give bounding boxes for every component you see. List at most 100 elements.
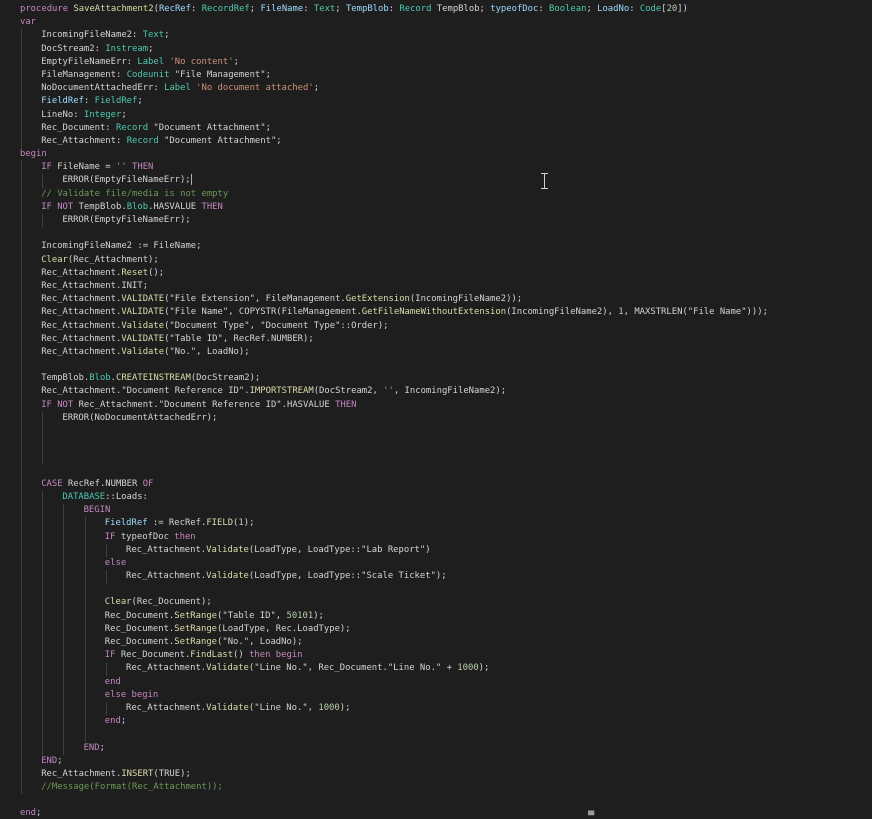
code-line[interactable]: IF typeofDoc then [20,530,872,544]
code-token: Rec_Attachment. [126,571,207,582]
code-line[interactable]: IF FileName = '' THEN [20,161,872,175]
code-line[interactable]: NoDocumentAttachedErr: Label 'No documen… [20,82,872,96]
code-line[interactable]: Rec_Attachment.Validate(LoadType, LoadTy… [20,570,872,584]
code-line[interactable]: FieldRef: FieldRef; [20,95,872,109]
code-line[interactable]: FieldRef := RecRef.FIELD(1); [20,517,872,531]
code-token: () [233,650,250,661]
indent-guide [21,715,22,729]
code-line[interactable] [20,583,872,597]
code-line[interactable]: //Message(Format(Rec_Attachment)); [20,781,872,795]
indent-guide [42,530,44,544]
code-line[interactable] [20,794,872,807]
code-line[interactable]: Clear(Rec_Document); [20,596,872,610]
code-line[interactable] [20,359,872,373]
code-line[interactable]: else begin [20,688,872,702]
code-line[interactable]: Rec_Attachment.VALIDATE("File Name", COP… [20,306,872,320]
code-token: FileName [260,4,304,14]
code-token: (LoadType, LoadType::"Scale Ticket"); [248,571,447,582]
code-line-text: else begin [105,690,158,700]
code-token: END [41,755,58,766]
code-line[interactable]: BEGIN [20,504,872,518]
code-line[interactable]: procedure SaveAttachment2(RecRef: Record… [20,3,872,16]
code-token: ERROR(EmptyFileNameErr); [62,215,191,225]
code-line[interactable]: TempBlob.Blob.CREATEINSTREAM(DocStream2)… [20,372,872,386]
code-line[interactable]: begin [20,148,872,161]
code-line[interactable]: ERROR(NoDocumentAttachedErr); [20,411,872,425]
code-lines[interactable]: procedure SaveAttachment2(RecRef: Record… [20,3,872,819]
indent-guide [63,728,65,742]
code-line[interactable]: Clear(Rec_Attachment); [20,253,872,267]
code-token: LineNo: [41,109,84,120]
code-line[interactable]: Rec_Attachment: Record "Document Attachm… [20,134,872,149]
indent-guide [21,517,22,531]
code-line[interactable]: Rec_Document.SetRange("No.", LoadNo); [20,636,872,650]
code-line-text: FieldRef := RecRef.FIELD(1); [105,518,255,528]
indent-guide [21,781,22,795]
code-line[interactable]: ERROR(EmptyFileNameErr); [20,174,872,188]
indent-guide [42,583,44,597]
code-line[interactable]: Rec_Attachment."Document Reference ID".I… [20,385,872,399]
code-line[interactable] [20,451,872,465]
code-line[interactable]: var [20,16,872,29]
code-line[interactable]: IncomingFileName2: Text; [20,29,872,43]
indent-guide [84,662,86,676]
code-line-text: TempBlob.Blob.CREATEINSTREAM(DocStream2)… [41,373,260,383]
code-token: ; [164,30,170,41]
code-line[interactable]: Rec_Attachment.Validate("Document Type",… [20,319,872,333]
code-token: : [191,4,202,14]
code-editor[interactable]: procedure SaveAttachment2(RecRef: Record… [0,0,872,819]
code-line[interactable]: Rec_Document.SetRange(LoadType, Rec.Load… [20,622,872,636]
code-token: Rec_Attachment.INIT; [41,280,149,291]
code-line[interactable]: Rec_Attachment.INIT; [20,279,872,294]
code-line[interactable]: Rec_Attachment.Validate("No.", LoadNo); [20,345,872,360]
code-line[interactable]: Rec_Document: Record "Document Attachmen… [20,121,872,135]
code-line[interactable]: end [20,675,872,689]
code-line[interactable]: LineNo: Integer; [20,108,872,122]
code-line[interactable]: IF Rec_Document.FindLast() then begin [20,649,872,663]
code-line[interactable]: FileManagement: Codeunit "File Managemen… [20,68,872,83]
code-line[interactable]: Rec_Attachment.INSERT(TRUE); [20,767,872,782]
code-line-text: DocStream2: Instream; [41,44,153,54]
code-line[interactable] [20,425,872,439]
code-token: Rec_Attachment. [41,294,122,305]
code-line[interactable]: ERROR(EmptyFileNameErr); [20,214,872,228]
indent-guide [84,583,86,597]
code-line[interactable]: IF NOT TempBlob.Blob.HASVALUE THEN [20,200,872,214]
code-line[interactable]: CASE RecRef.NUMBER OF [20,477,872,491]
code-token: end [20,808,37,819]
code-token: 50101 [286,610,314,621]
code-line[interactable] [20,464,872,478]
code-line[interactable]: Rec_Document.SetRange("Table ID", 50101)… [20,609,872,623]
code-line[interactable]: Rec_Attachment.VALIDATE("Table ID", RecR… [20,332,872,346]
indent-guide [21,622,22,636]
code-line[interactable]: end; [20,715,872,729]
code-token: ; [120,716,127,727]
code-line[interactable]: IncomingFileName2 := FileName; [20,240,872,254]
code-line[interactable] [20,438,872,452]
code-token: NoDocumentAttachedErr: [41,83,165,94]
indent-guide [42,543,44,557]
code-line[interactable]: END; [20,741,872,755]
code-line[interactable]: // Validate file/media is not empty [20,187,872,201]
code-line[interactable]: EmptyFileNameErr: Label 'No content'; [20,55,872,69]
code-line[interactable]: IF NOT Rec_Attachment."Document Referenc… [20,398,872,412]
resize-grip-icon: ▀ [588,811,595,819]
code-line[interactable] [20,227,872,241]
indent-guide [63,543,65,557]
code-token: (LoadType, LoadType::"Lab Report") [248,544,431,555]
code-token: TempBlob. [41,373,90,384]
code-line[interactable]: END; [20,754,872,768]
code-line[interactable]: DocStream2: Instream; [20,42,872,56]
code-line[interactable]: DATABASE::Loads: [20,490,872,505]
indent-guide [21,609,22,623]
code-line[interactable]: Rec_Attachment.Validate("Line No.", 1000… [20,701,872,716]
code-line[interactable]: Rec_Attachment.Reset(); [20,266,872,280]
code-line[interactable]: else [20,556,872,571]
code-line[interactable] [20,728,872,742]
code-line-text: Rec_Attachment.VALIDATE("File Extension"… [41,294,522,304]
code-line[interactable]: Rec_Attachment.Validate(LoadType, LoadTy… [20,543,872,557]
code-token: Validate [206,571,249,582]
code-line[interactable]: end; [20,807,872,819]
code-line[interactable]: Rec_Attachment.VALIDATE("File Extension"… [20,293,872,307]
code-line[interactable]: Rec_Attachment.Validate("Line No.", Rec_… [20,662,872,676]
